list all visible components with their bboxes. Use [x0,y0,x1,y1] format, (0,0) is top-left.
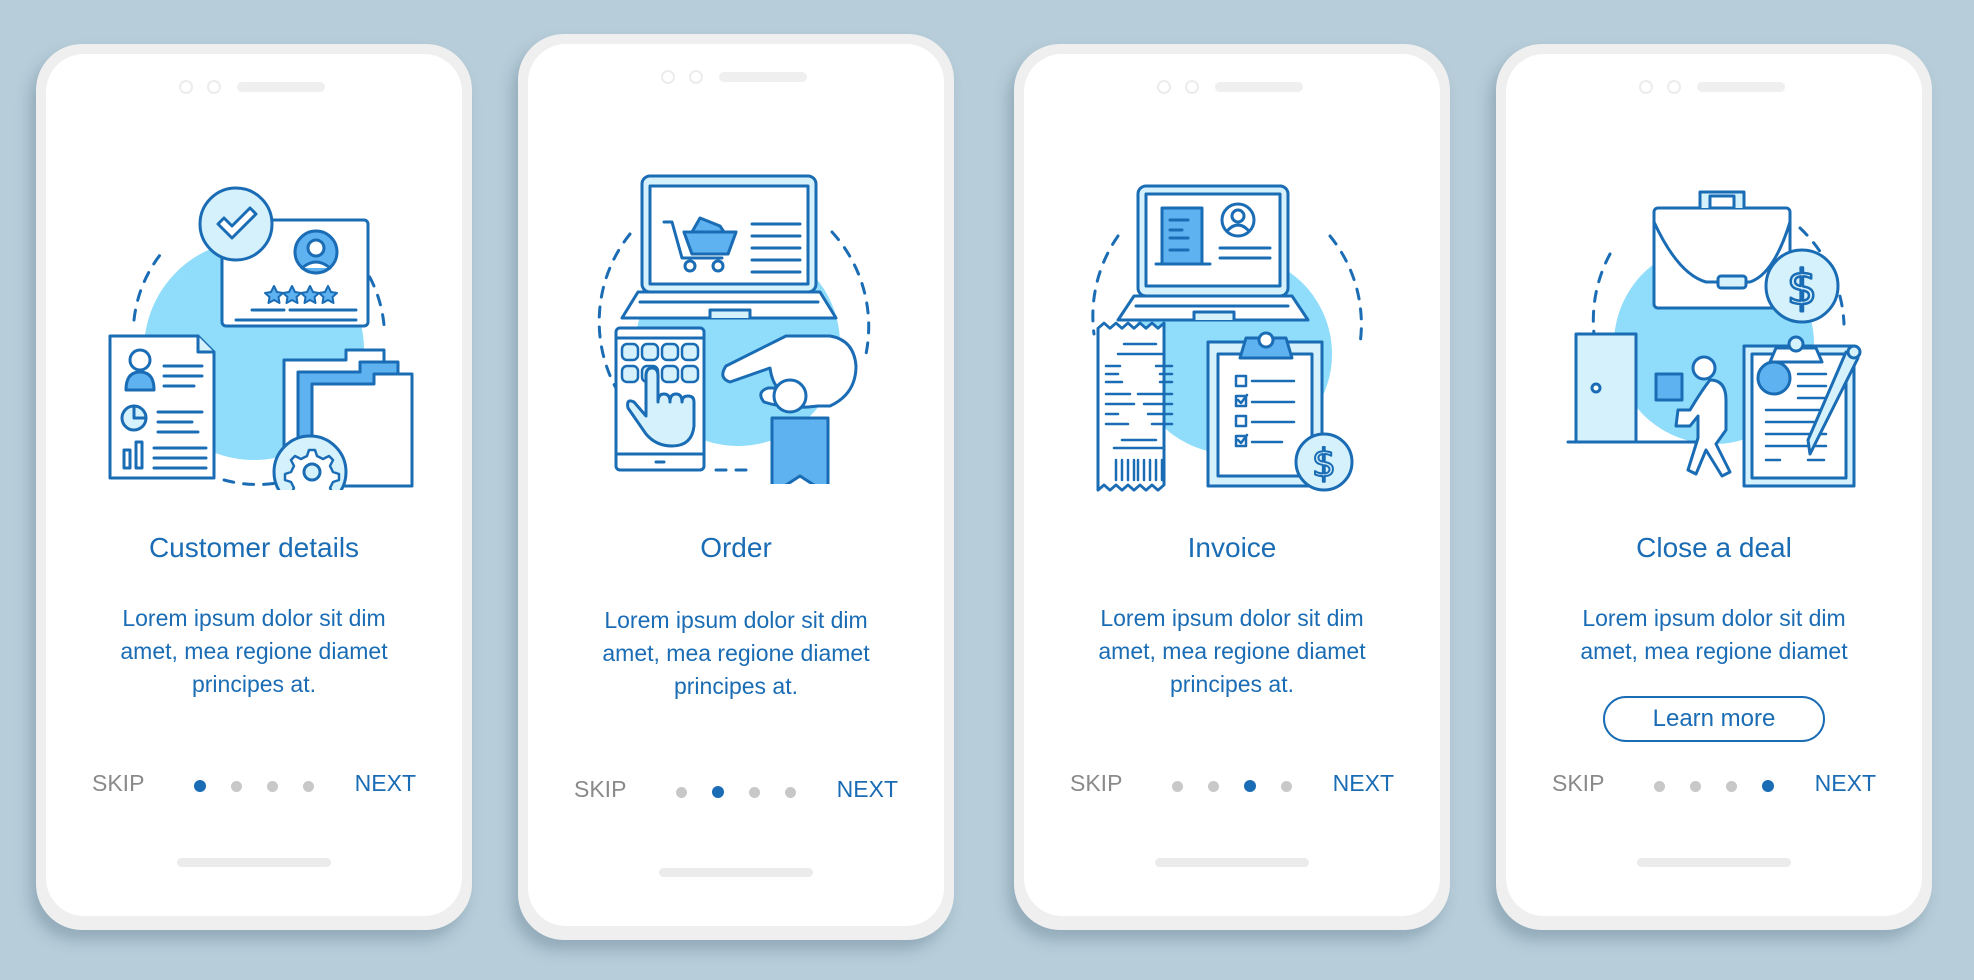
home-indicator[interactable] [1637,858,1791,867]
home-indicator[interactable] [177,858,331,867]
svg-text:$: $ [1312,441,1336,485]
door-icon [1574,332,1638,444]
description-line: amet, mea regione diamet [1580,638,1848,664]
customer-details-illustration [94,180,414,520]
camera-dot [179,80,193,94]
phone-camera-bar [1639,80,1789,94]
description-line: principes at. [191,671,316,697]
onboarding-navigation: SKIP NEXT [528,776,944,806]
page-indicator [194,780,314,792]
page-dot-3[interactable] [749,786,760,798]
page-dot-1[interactable] [676,786,687,798]
page-dot-2[interactable] [231,780,242,792]
next-button[interactable]: NEXT [1815,770,1876,797]
skip-button[interactable]: SKIP [1070,770,1122,797]
skip-button[interactable]: SKIP [574,776,626,803]
learn-more-button[interactable]: Learn more [1603,696,1825,742]
description-line: Lorem ipsum dolor sit dim [1582,605,1846,631]
camera-dot [661,70,675,84]
screen-description: Lorem ipsum dolor sit dim amet, mea regi… [86,602,422,701]
page-indicator [1172,780,1292,792]
phone-camera-bar [1157,80,1307,94]
speaker-slot [1215,82,1303,92]
description-line: Lorem ipsum dolor sit dim [1100,605,1364,631]
screen-description: Lorem ipsum dolor sit dim amet, mea regi… [1546,602,1882,668]
camera-dot [1157,80,1171,94]
page-dot-3-active[interactable] [1244,780,1256,792]
invoice-illustration: $ [1072,184,1392,494]
order-illustration [576,174,896,496]
description-line: principes at. [1169,671,1294,697]
box-icon [1654,372,1684,402]
page-indicator [1654,780,1774,792]
barcode-icon [1114,458,1164,482]
onboarding-navigation: SKIP NEXT [46,770,462,800]
page-dot-1[interactable] [1172,780,1183,792]
home-indicator[interactable] [659,868,813,877]
screen-description: Lorem ipsum dolor sit dim amet, mea regi… [1064,602,1400,701]
phone-camera-bar [661,70,811,84]
description-line: amet, mea regione diamet [602,640,870,666]
phone-display: Customer details Lorem ipsum dolor sit d… [46,54,462,916]
speaker-slot [237,82,325,92]
page-dot-2-active[interactable] [712,786,724,798]
page-dot-2[interactable] [1690,780,1701,792]
phone-display: $ Close a deal Lorem ipsum dolor sit dim… [1506,54,1922,916]
sensor-dot [1667,80,1681,94]
next-button[interactable]: NEXT [1333,770,1394,797]
sensor-dot [207,80,221,94]
page-dot-4[interactable] [1281,780,1292,792]
description-line: Lorem ipsum dolor sit dim [604,607,868,633]
page-indicator [676,786,796,798]
onboarding-navigation: SKIP NEXT [1024,770,1440,800]
screen-description: Lorem ipsum dolor sit dim amet, mea regi… [568,604,904,703]
screen-title: Invoice [1187,532,1277,563]
page-dot-1-active[interactable] [194,780,206,792]
speaker-slot [1697,82,1785,92]
page-dot-3[interactable] [1726,780,1737,792]
phone-screen-close-deal: $ Close a deal Lorem ipsum dolor sit dim… [1496,44,1932,930]
phone-screen-customer-details: Customer details Lorem ipsum dolor sit d… [36,44,472,930]
home-indicator[interactable] [1155,858,1309,867]
sensor-dot [689,70,703,84]
screen-title: Close a deal [1636,532,1792,563]
close-deal-illustration: $ [1554,184,1874,494]
svg-text:$: $ [1787,260,1818,316]
camera-dot [1639,80,1653,94]
next-button[interactable]: NEXT [355,770,416,797]
bookmark-ribbon-icon [770,416,830,496]
description-line: Lorem ipsum dolor sit dim [122,605,386,631]
skip-button[interactable]: SKIP [1552,770,1604,797]
phone-display: Order Lorem ipsum dolor sit dim amet, me… [528,44,944,926]
phone-display: $ Invoice Lorem ipsum dolor sit dim amet… [1024,54,1440,916]
screen-title: Customer details [148,532,360,563]
onboarding-navigation: SKIP NEXT [1506,770,1922,800]
receipt-icon [1096,321,1166,492]
skip-button[interactable]: SKIP [92,770,144,797]
description-line: principes at. [673,673,798,699]
description-line: amet, mea regione diamet [120,638,388,664]
next-button[interactable]: NEXT [837,776,898,803]
document-icon [1160,206,1204,266]
page-dot-2[interactable] [1208,780,1219,792]
page-dot-4-active[interactable] [1762,780,1774,792]
screen-title: Order [700,532,772,563]
phone-camera-bar [179,80,329,94]
description-line: amet, mea regione diamet [1098,638,1366,664]
sensor-dot [1185,80,1199,94]
phone-screen-order: Order Lorem ipsum dolor sit dim amet, me… [518,34,954,940]
phone-screen-invoice: $ Invoice Lorem ipsum dolor sit dim amet… [1014,44,1450,930]
page-dot-4[interactable] [303,780,314,792]
page-dot-4[interactable] [785,786,796,798]
page-dot-3[interactable] [267,780,278,792]
page-dot-1[interactable] [1654,780,1665,792]
speaker-slot [719,72,807,82]
